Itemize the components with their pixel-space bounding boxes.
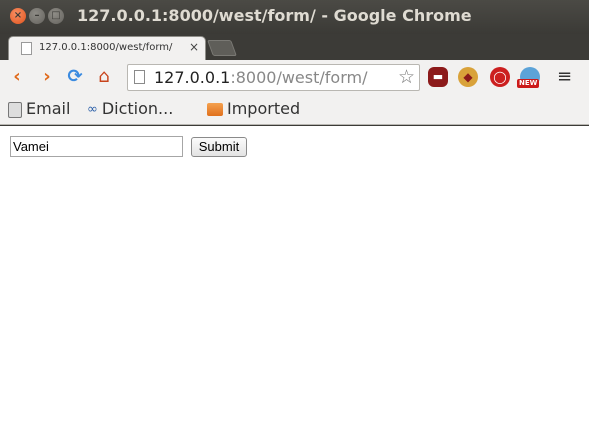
stop-extension-icon[interactable]: ◯ xyxy=(490,67,510,87)
bookmark-imported-folder[interactable]: Imported xyxy=(207,98,300,120)
bookmark-star-icon[interactable]: ☆ xyxy=(398,66,415,88)
submit-button[interactable]: Submit xyxy=(191,137,247,157)
text-input[interactable] xyxy=(10,136,183,157)
chrome-extension-icon[interactable]: NEW xyxy=(517,67,540,88)
bookmark-label: Imported xyxy=(227,99,301,118)
bookmark-dictionary[interactable]: ∞ Diction... xyxy=(87,98,173,120)
folder-icon xyxy=(207,103,223,116)
bookmark-label: Email xyxy=(26,99,71,118)
minimize-icon: – xyxy=(34,10,40,21)
fox-extension-icon[interactable]: ◆ xyxy=(458,67,478,87)
close-icon: × xyxy=(13,10,23,21)
window-minimize-button[interactable]: – xyxy=(29,8,45,24)
page-content: Submit xyxy=(0,126,589,442)
window-close-button[interactable]: × xyxy=(10,8,26,24)
url-host: 127.0.0.1 xyxy=(154,68,231,87)
tab-active[interactable]: 127.0.0.1:8000/west/form/ × xyxy=(8,36,206,60)
dictionary-icon: ∞ xyxy=(87,101,98,117)
page-icon xyxy=(21,42,32,55)
tab-title: 127.0.0.1:8000/west/form/ xyxy=(39,42,173,53)
sofa-extension-icon[interactable]: ▬ xyxy=(428,67,448,87)
bookmark-email[interactable]: Email xyxy=(8,98,70,120)
url-text[interactable]: 127.0.0.1:8000/west/form/ xyxy=(154,68,367,87)
title-bar: × – □ 127.0.0.1:8000/west/form/ - Google… xyxy=(0,0,589,34)
window-title: 127.0.0.1:8000/west/form/ - Google Chrom… xyxy=(77,6,472,25)
page-icon xyxy=(134,70,145,84)
reload-button[interactable]: ⟳ xyxy=(64,66,86,88)
url-path: :8000/west/form/ xyxy=(230,68,368,87)
tab-close-icon[interactable]: × xyxy=(189,40,199,54)
back-button[interactable]: ‹ xyxy=(6,66,28,88)
new-tab-button[interactable] xyxy=(207,40,237,56)
tab-strip: 127.0.0.1:8000/west/form/ × xyxy=(0,34,589,60)
menu-icon[interactable]: ≡ xyxy=(557,66,572,88)
bookmark-label: Diction... xyxy=(101,99,174,118)
forward-button[interactable]: › xyxy=(36,66,58,88)
address-bar[interactable]: 127.0.0.1:8000/west/form/ ☆ xyxy=(127,64,420,91)
email-icon xyxy=(8,101,22,118)
new-badge: NEW xyxy=(517,79,540,88)
maximize-icon: □ xyxy=(51,10,61,21)
home-button[interactable]: ⌂ xyxy=(93,66,115,88)
window-maximize-button[interactable]: □ xyxy=(48,8,64,24)
toolbar: ‹ › ⟳ ⌂ 127.0.0.1:8000/west/form/ ☆ ▬ ◆ … xyxy=(0,60,589,94)
bookmarks-bar: Email ∞ Diction... Imported xyxy=(0,94,589,125)
